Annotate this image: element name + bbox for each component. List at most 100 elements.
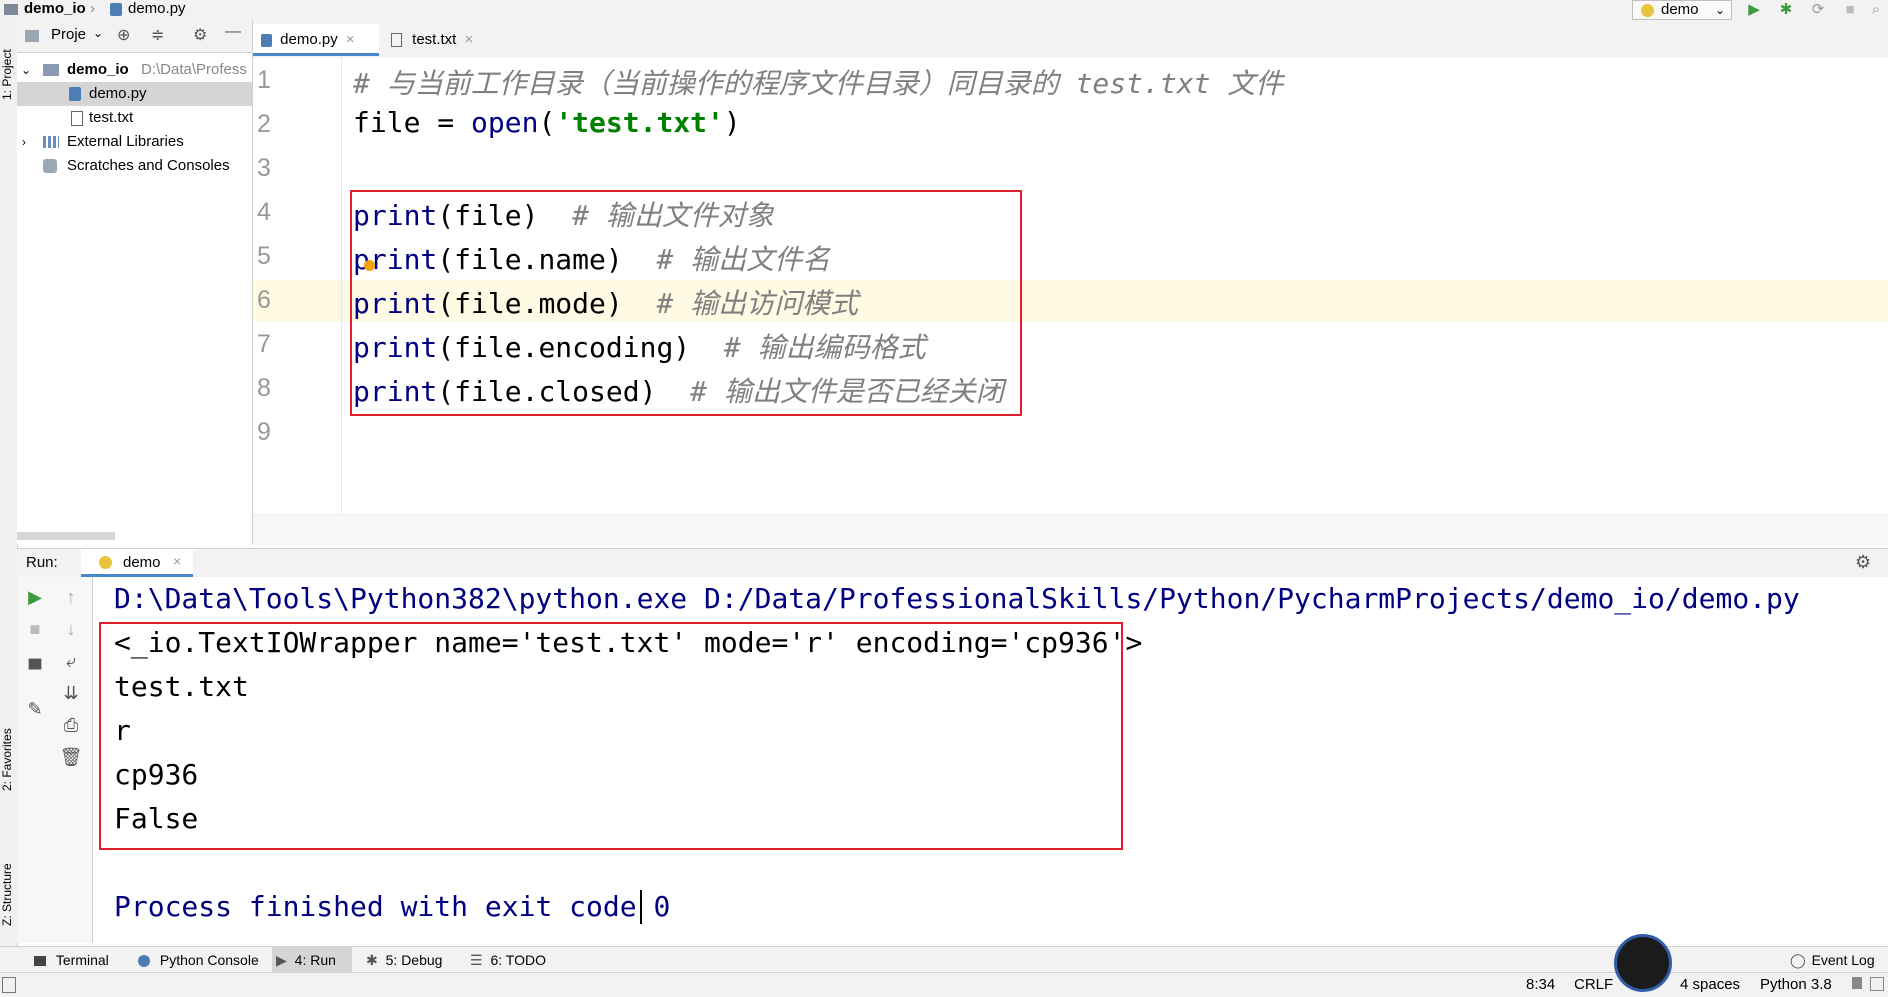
gutter-divider bbox=[341, 58, 342, 514]
debug-icon: ✱ bbox=[366, 952, 378, 968]
tab-terminal[interactable]: Terminal bbox=[30, 947, 109, 973]
notifications-icon[interactable] bbox=[1870, 977, 1884, 991]
tree-item-scratches[interactable]: Scratches and Consoles bbox=[17, 154, 252, 178]
stop-icon[interactable]: ■ bbox=[1840, 0, 1860, 20]
python-icon bbox=[1641, 4, 1654, 17]
project-view-selector[interactable]: Proje bbox=[51, 26, 86, 43]
run-toolbar: ▶ ↑ ■ ↓ ▀ ⤶ ⇊ ✎ ⎙ 🗑 bbox=[17, 577, 93, 943]
folder-icon bbox=[4, 4, 18, 15]
python-interpreter[interactable]: Python 3.8 bbox=[1760, 973, 1832, 997]
scroll-to-end-icon[interactable]: ⇊ bbox=[59, 681, 83, 705]
console-exit-message: Process finished with exit code 0 bbox=[114, 890, 671, 923]
line-number-gutter: 1 2 3 4 5 6 7 8 9 bbox=[253, 58, 342, 514]
line-separator[interactable]: CRLF bbox=[1574, 973, 1613, 997]
status-toggle-icon[interactable] bbox=[2, 977, 16, 993]
tab-label: Python Console bbox=[159, 952, 259, 968]
code-text: file = bbox=[353, 106, 472, 139]
tab-todo[interactable]: ☰ 6: TODO bbox=[466, 947, 546, 973]
tab-debug[interactable]: ✱ 5: Debug bbox=[362, 947, 442, 973]
line-number: 8 bbox=[257, 374, 271, 402]
scroll-up-icon[interactable]: ↑ bbox=[59, 585, 83, 609]
rerun-icon[interactable]: ▶ bbox=[23, 585, 47, 609]
library-icon bbox=[43, 136, 59, 148]
tab-label: 6: TODO bbox=[490, 952, 546, 968]
terminal-icon bbox=[34, 956, 46, 967]
tab-run[interactable]: ▶ 4: Run bbox=[272, 947, 352, 973]
pin-icon[interactable]: ✎ bbox=[23, 697, 47, 721]
code-text: ) bbox=[723, 106, 741, 139]
tree-item-root[interactable]: ⌄ demo_io D:\Data\Profess bbox=[17, 58, 252, 82]
indent-setting[interactable]: 4 spaces bbox=[1680, 973, 1740, 997]
python-icon bbox=[99, 556, 112, 569]
coverage-icon[interactable]: ⟳ bbox=[1808, 0, 1828, 20]
tree-item-test-txt[interactable]: test.txt bbox=[17, 106, 252, 130]
debug-icon[interactable]: ✱ bbox=[1776, 0, 1796, 20]
line-number: 3 bbox=[257, 154, 271, 182]
favorites-tool-button[interactable]: 2: Favorites bbox=[0, 710, 17, 810]
tree-item-demo-py[interactable]: demo.py bbox=[17, 82, 252, 106]
todo-icon: ☰ bbox=[470, 952, 483, 968]
tab-event-log[interactable]: ◯ Event Log bbox=[1786, 947, 1875, 973]
python-icon bbox=[138, 955, 150, 968]
root-folder-path: D:\Data\Profess bbox=[141, 61, 247, 78]
line-number: 5 bbox=[257, 242, 271, 270]
tab-label: Terminal bbox=[55, 952, 109, 968]
run-label: Run: bbox=[26, 554, 58, 571]
lock-icon[interactable] bbox=[1852, 977, 1862, 989]
tab-label: test.txt bbox=[412, 31, 457, 48]
project-view-icon bbox=[25, 30, 39, 42]
tab-python-console[interactable]: Python Console bbox=[134, 947, 259, 973]
run-tool-window-header: Run: demo × ⚙ bbox=[17, 548, 1888, 578]
navigation-bar: demo_io › demo.py demo ⌄ ▶ ✱ ⟳ ■ ⌕ bbox=[0, 0, 1888, 21]
tree-item-external-libraries[interactable]: › External Libraries bbox=[17, 130, 252, 154]
breadcrumb-file[interactable]: demo.py bbox=[128, 0, 186, 18]
trash-icon[interactable]: 🗑 bbox=[59, 745, 83, 769]
stop-icon[interactable]: ■ bbox=[23, 617, 47, 641]
editor-tabs: demo.py × test.txt × bbox=[253, 20, 1888, 59]
tab-label: demo.py bbox=[280, 31, 338, 48]
file-name: test.txt bbox=[89, 109, 134, 126]
gear-icon[interactable]: ⚙ bbox=[193, 25, 207, 45]
scroll-down-icon[interactable]: ↓ bbox=[59, 617, 83, 641]
line-number: 7 bbox=[257, 330, 271, 358]
close-icon[interactable]: × bbox=[173, 553, 181, 569]
external-libraries-label: External Libraries bbox=[67, 133, 184, 150]
close-icon[interactable]: × bbox=[461, 31, 474, 48]
run-config-dropdown[interactable]: demo ⌄ bbox=[1632, 0, 1732, 20]
search-everywhere-icon[interactable]: ⌕ bbox=[1866, 0, 1886, 20]
horizontal-scrollbar[interactable] bbox=[17, 532, 115, 540]
chevron-down-icon: ⌄ bbox=[93, 26, 104, 40]
python-file-icon bbox=[261, 33, 272, 47]
chevron-down-icon: ⌄ bbox=[1714, 3, 1725, 17]
editor-horizontal-scrollbar[interactable] bbox=[253, 514, 1888, 545]
run-config-label: demo bbox=[1661, 1, 1699, 18]
tab-demo-py[interactable]: demo.py × bbox=[253, 24, 379, 56]
gear-icon[interactable]: ⚙ bbox=[1855, 552, 1871, 573]
collapse-all-icon[interactable]: ≑ bbox=[151, 25, 164, 45]
run-tab-label: demo bbox=[123, 554, 161, 571]
run-icon[interactable]: ▶ bbox=[1744, 0, 1764, 20]
project-tool-button[interactable]: 1: Project bbox=[0, 30, 17, 120]
breadcrumb-project[interactable]: demo_io bbox=[24, 0, 86, 18]
close-icon[interactable]: × bbox=[342, 31, 355, 48]
file-name: demo.py bbox=[89, 85, 147, 102]
structure-tool-button[interactable]: Z: Structure bbox=[0, 840, 17, 950]
locate-icon[interactable]: ⊕ bbox=[117, 25, 130, 45]
layout-icon[interactable]: ▀ bbox=[23, 657, 47, 681]
python-file-icon bbox=[69, 87, 81, 101]
code-keyword: open bbox=[471, 106, 539, 139]
tab-run-demo[interactable]: demo × bbox=[81, 549, 193, 577]
project-panel-header: Proje ⌄ ⊕ ≑ ⚙ — bbox=[17, 20, 252, 53]
tab-test-txt[interactable]: test.txt × bbox=[383, 24, 495, 56]
root-folder-name: demo_io bbox=[67, 61, 129, 78]
breadcrumb-separator-icon: › bbox=[90, 0, 95, 17]
text-cursor bbox=[640, 890, 642, 924]
tab-label: 4: Run bbox=[294, 952, 336, 968]
hide-icon[interactable]: — bbox=[225, 23, 241, 41]
left-tool-strip: 1: Project 2: Favorites Z: Structure bbox=[0, 20, 18, 946]
code-line-1: # 与当前工作目录（当前操作的程序文件目录）同目录的 test.txt 文件 bbox=[353, 62, 1283, 102]
soft-wrap-icon[interactable]: ⤶ bbox=[59, 649, 83, 673]
bottom-tool-tabs: Terminal Python Console ▶ 4: Run ✱ 5: De… bbox=[0, 946, 1888, 973]
print-icon[interactable]: ⎙ bbox=[59, 713, 83, 737]
caret-position[interactable]: 8:34 bbox=[1526, 973, 1555, 997]
